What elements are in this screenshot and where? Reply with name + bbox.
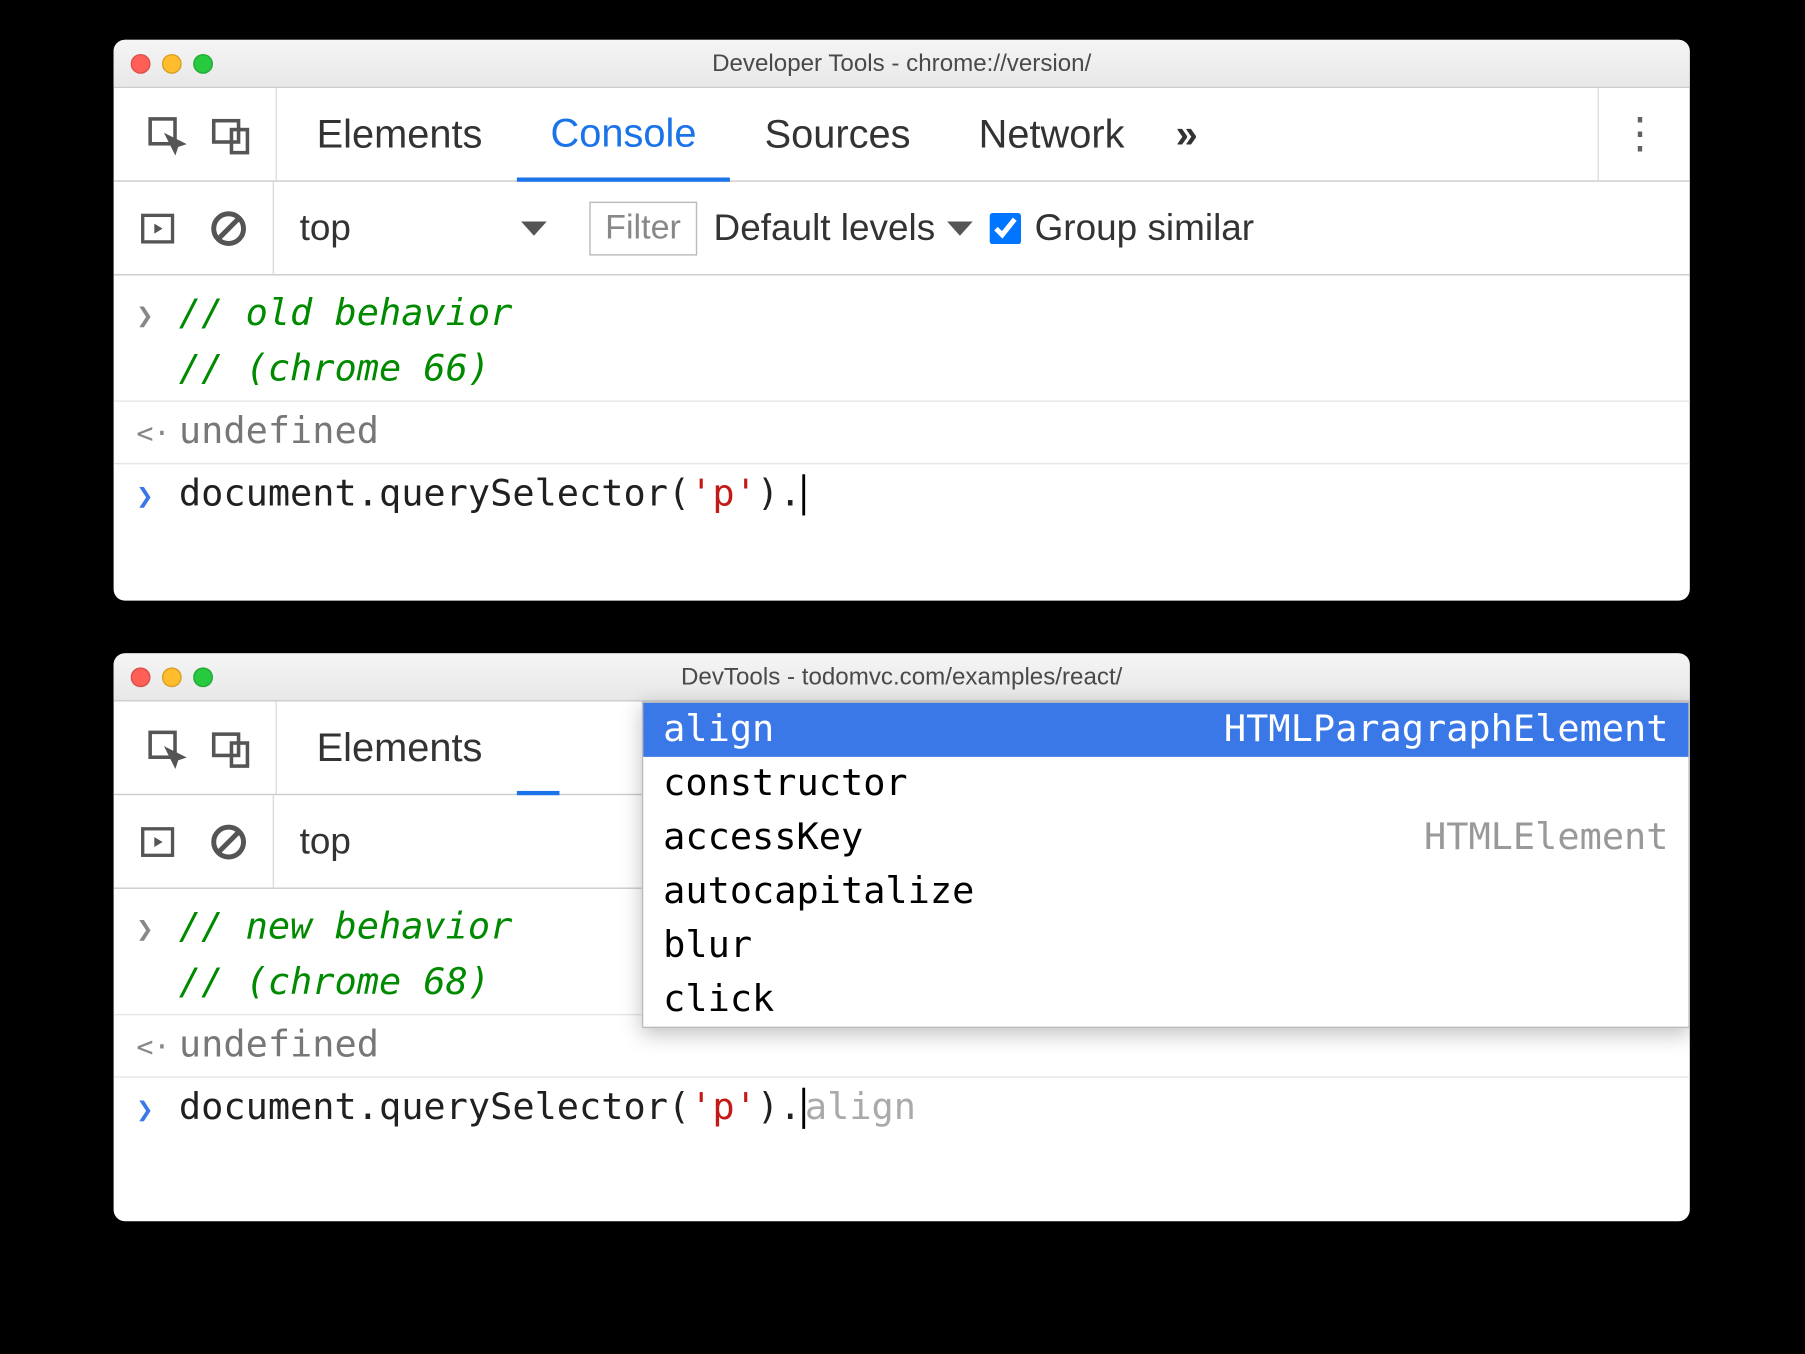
autocomplete-item[interactable]: autocapitalize: [643, 865, 1688, 919]
log-levels-label: Default levels: [714, 206, 936, 250]
console-comment: // (chrome 68): [179, 956, 512, 1011]
inspect-icon[interactable]: [139, 721, 193, 775]
devtools-window-1: Developer Tools - chrome://version/ Elem…: [114, 40, 1690, 601]
prompt-chevron-icon: ❯: [136, 1081, 159, 1131]
filter-input[interactable]: Filter: [590, 201, 697, 255]
output-chevron-icon: <·: [136, 405, 159, 455]
titlebar: DevTools - todomvc.com/examples/react/: [114, 653, 1690, 701]
devtools-window-2: DevTools - todomvc.com/examples/react/ E…: [114, 653, 1690, 1221]
code-string: 'p': [690, 473, 757, 516]
code-string: 'p': [690, 1086, 757, 1129]
close-icon[interactable]: [131, 667, 151, 687]
chevron-down-icon: [947, 221, 973, 235]
window-title: DevTools - todomvc.com/examples/react/: [114, 662, 1690, 690]
zoom-icon[interactable]: [193, 53, 213, 73]
console-comment: // new behavior: [179, 900, 512, 955]
context-selector[interactable]: top: [273, 182, 573, 274]
autocomplete-name: blur: [663, 924, 752, 967]
autocomplete-name: constructor: [663, 763, 908, 806]
tab-elements[interactable]: Elements: [283, 701, 517, 793]
code-text: document.querySelector(: [179, 473, 690, 516]
code-text: ).: [757, 1086, 801, 1129]
chevron-down-icon: [521, 221, 547, 235]
autocomplete-item[interactable]: accessKey HTMLElement: [643, 811, 1688, 865]
inspect-icon[interactable]: [139, 107, 193, 161]
code-text: document.querySelector(: [179, 1086, 690, 1129]
console-output: undefined: [179, 1018, 379, 1073]
console-input[interactable]: document.querySelector('p').: [179, 467, 805, 522]
titlebar: Developer Tools - chrome://version/: [114, 40, 1690, 88]
console-input[interactable]: document.querySelector('p').align: [179, 1081, 916, 1136]
device-toolbar-icon[interactable]: [204, 721, 258, 775]
tab-network[interactable]: Network: [945, 88, 1159, 180]
minimize-icon[interactable]: [162, 667, 182, 687]
zoom-icon[interactable]: [193, 667, 213, 687]
more-tabs-icon[interactable]: »: [1159, 111, 1215, 156]
tab-sources[interactable]: Sources: [731, 88, 945, 180]
toolbar-icons: [122, 88, 277, 180]
device-toolbar-icon[interactable]: [204, 107, 258, 161]
tab-elements[interactable]: Elements: [283, 88, 517, 180]
console-comment: // old behavior: [179, 287, 512, 342]
console-comment: // (chrome 66): [179, 342, 512, 397]
sidebar-toggle-icon[interactable]: [131, 814, 185, 868]
tabs-bar: Elements align HTMLParagraphElement cons…: [114, 701, 1690, 795]
input-chevron-icon: ❯: [136, 900, 159, 950]
log-levels-selector[interactable]: Default levels: [714, 206, 973, 250]
output-chevron-icon: <·: [136, 1018, 159, 1068]
code-text: ).: [757, 473, 801, 516]
console-output: undefined: [179, 405, 379, 460]
autocomplete-popup: align HTMLParagraphElement constructor a…: [642, 701, 1690, 1028]
console-toolbar: top Filter Default levels Group similar: [114, 182, 1690, 276]
tabs-bar: Elements Console Sources Network » ⋮: [114, 88, 1690, 182]
prompt-chevron-icon: ❯: [136, 467, 159, 517]
console-log-area: ❯ // old behavior // (chrome 66) <· unde…: [114, 275, 1690, 525]
autocomplete-item[interactable]: align HTMLParagraphElement: [643, 703, 1688, 757]
traffic-lights: [114, 667, 213, 687]
traffic-lights: [114, 53, 213, 73]
autocomplete-name: accessKey: [663, 817, 863, 860]
autocomplete-name: autocapitalize: [663, 870, 974, 913]
toolbar-icons: [122, 701, 277, 793]
input-chevron-icon: ❯: [136, 287, 159, 337]
autocomplete-item[interactable]: blur: [643, 919, 1688, 973]
ghost-text: align: [805, 1086, 916, 1129]
autocomplete-name: click: [663, 978, 774, 1021]
group-similar-label: Group similar: [1035, 206, 1255, 250]
tab-console-edge: [516, 702, 559, 794]
autocomplete-name: align: [663, 709, 774, 752]
minimize-icon[interactable]: [162, 53, 182, 73]
text-cursor: [803, 475, 805, 516]
sidebar-toggle-icon[interactable]: [131, 201, 185, 255]
autocomplete-item[interactable]: click: [643, 973, 1688, 1027]
tab-console[interactable]: Console: [516, 89, 730, 181]
group-similar-checkbox[interactable]: Group similar: [989, 206, 1254, 250]
window-title: Developer Tools - chrome://version/: [114, 49, 1690, 77]
context-label: top: [300, 206, 351, 250]
context-label: top: [300, 819, 351, 863]
clear-console-icon[interactable]: [202, 201, 256, 255]
autocomplete-hint: HTMLElement: [1424, 817, 1669, 860]
context-selector[interactable]: top: [273, 795, 377, 887]
group-similar-check[interactable]: [989, 212, 1020, 243]
clear-console-icon[interactable]: [202, 814, 256, 868]
close-icon[interactable]: [131, 53, 151, 73]
autocomplete-hint: HTMLParagraphElement: [1224, 709, 1669, 752]
kebab-menu-icon[interactable]: ⋮: [1598, 88, 1682, 180]
autocomplete-item[interactable]: constructor: [643, 757, 1688, 811]
